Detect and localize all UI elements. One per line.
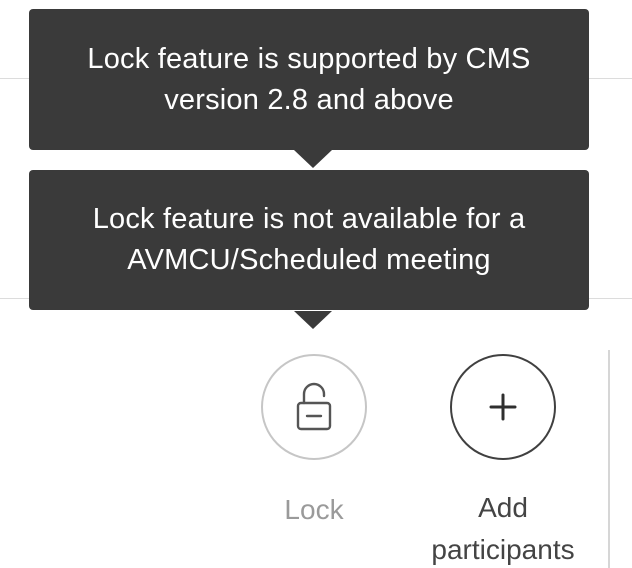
lock-action: Lock — [239, 354, 389, 531]
tooltip-arrow — [294, 150, 332, 168]
lock-label: Lock — [284, 494, 344, 525]
lock-button[interactable] — [261, 354, 367, 460]
tooltip-arrow — [294, 311, 332, 329]
tooltip-avmcu-unavailable: Lock feature is not available for a AVMC… — [29, 170, 589, 329]
meeting-controls-panel: Lock feature is supported by CMS version… — [0, 0, 632, 568]
tooltip-text: Lock feature is not available for a AVMC… — [92, 203, 526, 276]
tooltip-text: Lock feature is supported by CMS version… — [87, 42, 531, 116]
vertical-divider — [608, 350, 610, 568]
plus-icon — [485, 389, 521, 425]
unlock-icon — [292, 381, 336, 433]
add-participants-action: Add participants — [428, 354, 578, 568]
add-participants-button[interactable] — [450, 354, 556, 460]
add-participants-label: Add participants — [431, 492, 575, 565]
tooltip-cms-version: Lock feature is supported by CMS version… — [29, 9, 589, 168]
